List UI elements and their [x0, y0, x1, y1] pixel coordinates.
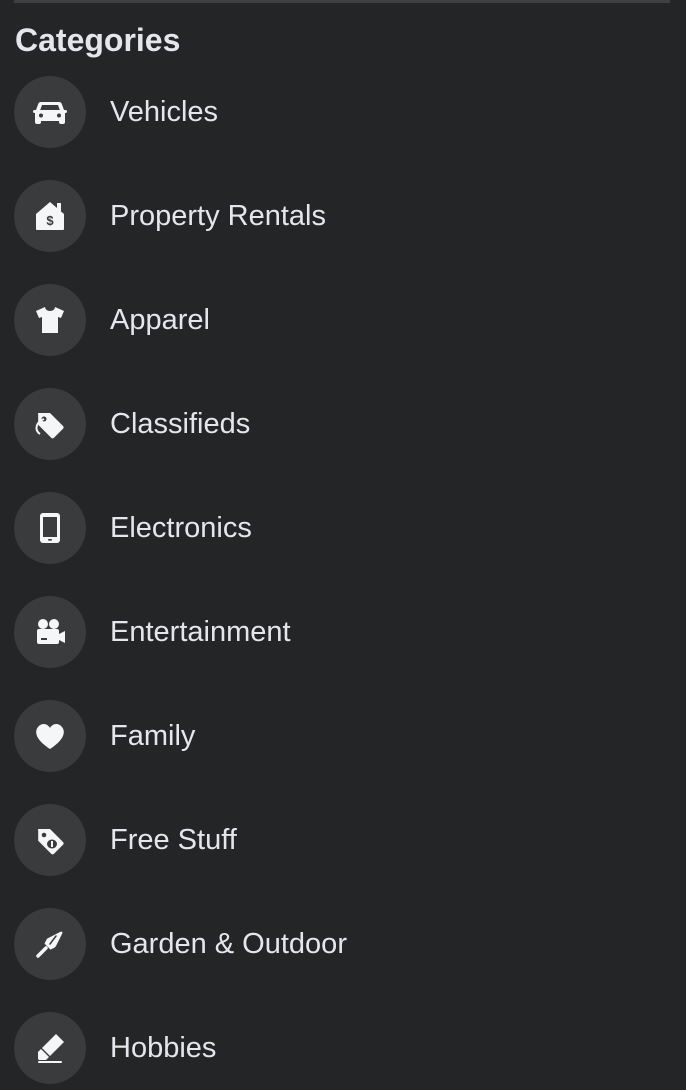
- category-label: Property Rentals: [110, 200, 326, 232]
- category-label: Hobbies: [110, 1032, 217, 1064]
- tag-icon: [14, 388, 86, 460]
- category-label: Garden & Outdoor: [110, 928, 347, 960]
- category-label: Electronics: [110, 512, 252, 544]
- heart-icon: [14, 700, 86, 772]
- free-tag-icon: [14, 804, 86, 876]
- video-camera-icon: [14, 596, 86, 668]
- top-divider: [14, 0, 670, 3]
- svg-text:$: $: [46, 213, 54, 228]
- section-title: Categories: [15, 22, 181, 58]
- categories-panel: Categories Vehicles $ Property Rentals A…: [0, 0, 686, 1090]
- category-label: Family: [110, 720, 196, 752]
- category-item-vehicles[interactable]: Vehicles: [0, 60, 686, 164]
- category-label: Vehicles: [110, 96, 219, 128]
- category-item-free-stuff[interactable]: Free Stuff: [0, 788, 686, 892]
- category-label: Apparel: [110, 304, 210, 336]
- house-dollar-icon: $: [14, 180, 86, 252]
- category-item-garden-outdoor[interactable]: Garden & Outdoor: [0, 892, 686, 996]
- category-item-apparel[interactable]: Apparel: [0, 268, 686, 372]
- category-item-classifieds[interactable]: Classifieds: [0, 372, 686, 476]
- category-item-electronics[interactable]: Electronics: [0, 476, 686, 580]
- category-item-entertainment[interactable]: Entertainment: [0, 580, 686, 684]
- category-label: Entertainment: [110, 616, 291, 648]
- trowel-icon: [14, 908, 86, 980]
- category-item-property-rentals[interactable]: $ Property Rentals: [0, 164, 686, 268]
- tablet-icon: [14, 492, 86, 564]
- category-list: Vehicles $ Property Rentals Apparel Clas…: [0, 60, 686, 1090]
- marker-icon: [14, 1012, 86, 1084]
- category-label: Free Stuff: [110, 824, 237, 856]
- category-item-family[interactable]: Family: [0, 684, 686, 788]
- category-label: Classifieds: [110, 408, 251, 440]
- car-icon: [14, 76, 86, 148]
- category-item-hobbies[interactable]: Hobbies: [0, 996, 686, 1090]
- tshirt-icon: [14, 284, 86, 356]
